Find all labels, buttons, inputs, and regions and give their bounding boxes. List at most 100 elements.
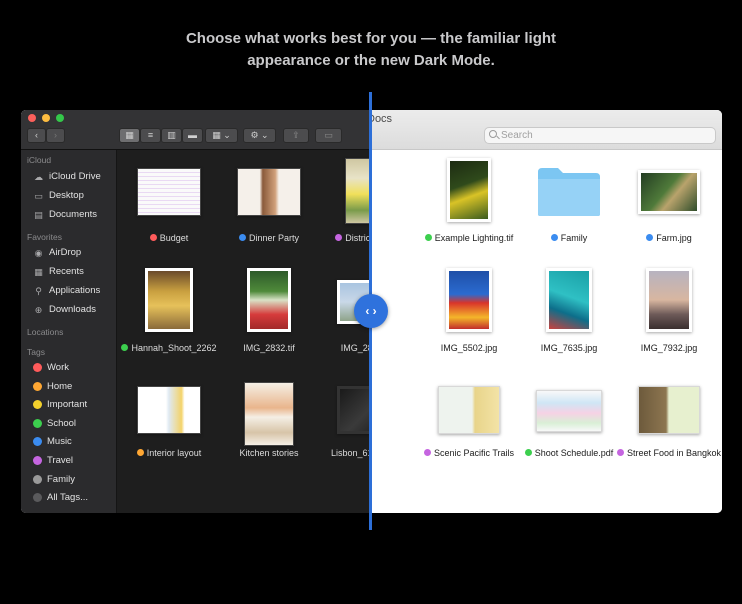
file-label: Street Food in Bangkok (614, 448, 722, 459)
folder-icon (538, 168, 600, 216)
sidebar: iCloud ☁ iCloud Drive ▭ Desktop ▤ Documents… (21, 150, 117, 513)
zoom-button[interactable] (56, 114, 64, 122)
tag-dot (136, 449, 144, 456)
file-label: IMG_2832.tif (243, 343, 295, 353)
file-thumbnail (247, 268, 291, 332)
tag-dot (424, 234, 432, 241)
headline-line-1: Choose what works best for you — the fam… (185, 30, 557, 47)
action-button[interactable]: ⚙ ⌄ (243, 128, 276, 143)
search-icon (489, 130, 497, 138)
icon-view-button[interactable]: ▦ (119, 128, 140, 143)
tag-button[interactable]: ▭ (315, 128, 342, 143)
file-thumbnail (447, 158, 491, 222)
sidebar-item-downloads[interactable]: ⊕ Downloads (33, 304, 96, 315)
chevron-left-icon: ‹ (35, 130, 38, 140)
tag-dot (646, 234, 654, 241)
sidebar-tag-travel[interactable]: Travel (33, 455, 73, 466)
file-thumbnail (546, 268, 592, 332)
traffic-lights (28, 114, 64, 122)
minimize-button[interactable] (42, 114, 50, 122)
tag-dot (149, 234, 157, 241)
column-view-button[interactable]: ▥ (161, 128, 182, 143)
file-thumbnail (638, 170, 700, 214)
file-label: IMG_2839.jpg (340, 343, 371, 353)
file-label: Dinner Party (214, 233, 324, 244)
sidebar-tag-important[interactable]: Important (33, 399, 87, 410)
sidebar-item-icloud-drive[interactable]: ☁ iCloud Drive (33, 171, 101, 182)
sidebar-item-airdrop[interactable]: ◉ AirDrop (33, 247, 82, 258)
icon-grid-icon: ▦ (125, 130, 134, 140)
tag-dot-yellow (33, 400, 42, 409)
sidebar-tag-work[interactable]: Work (33, 362, 69, 373)
close-button[interactable] (28, 114, 36, 122)
tag-dot-green (33, 419, 42, 428)
file-label: Shoot Schedule.pdf (514, 448, 624, 459)
file-label: IMG_7635.jpg (540, 343, 598, 353)
sidebar-tag-school[interactable]: School (33, 418, 76, 429)
applications-icon: ⚲ (35, 285, 42, 296)
tag-dot (238, 234, 246, 241)
file-thumbnail (638, 386, 700, 434)
tag-dot (616, 449, 624, 456)
chevron-right-icon: › (54, 130, 57, 140)
sidebar-item-recents[interactable]: ▦ Recents (33, 266, 84, 277)
sidebar-tag-music[interactable]: Music (33, 436, 72, 447)
file-label: IMG_7932.jpg (640, 343, 698, 353)
cloud-icon: ☁ (34, 171, 43, 182)
tag-dot (423, 449, 431, 456)
file-label: IMG_5502.jpg (440, 343, 498, 353)
back-button[interactable]: ‹ (27, 128, 46, 143)
headline: Choose what works best for you — the fam… (0, 28, 742, 72)
gallery-view-button[interactable]: ▬ (182, 128, 203, 143)
group-grid-icon: ▦ ⌄ (212, 130, 231, 140)
sidebar-section-favorites: Favorites (27, 232, 62, 242)
file-thumbnail (244, 382, 294, 446)
file-thumbnail (345, 158, 371, 224)
sidebar-item-desktop[interactable]: ▭ Desktop (33, 190, 84, 201)
file-thumbnail (536, 390, 602, 432)
tag-dot-red (33, 363, 42, 372)
file-label: Budget (114, 233, 224, 244)
file-thumbnail (137, 386, 201, 434)
forward-button[interactable]: › (46, 128, 65, 143)
sidebar-item-documents[interactable]: ▤ Documents (33, 209, 97, 220)
list-icon: ≡ (147, 130, 154, 140)
columns-icon: ▥ (167, 130, 176, 140)
file-thumbnail (145, 268, 193, 332)
file-label: Scenic Pacific Trails (414, 448, 524, 459)
tag-dot-gray (33, 475, 42, 484)
dark-titlebar: ‹ › ▦ ≡ ▥ ▬ ▦ ⌄ ⚙ ⌄ ⇪ ▭ (21, 110, 371, 150)
tag-dot-all (33, 493, 42, 502)
sidebar-item-applications[interactable]: ⚲ Applications (33, 285, 100, 296)
tag-dot (121, 344, 129, 351)
downloads-icon: ⊕ (34, 304, 43, 315)
file-thumbnail (646, 268, 692, 332)
dark-file-grid: Budget Dinner Party District Market Hann… (117, 150, 371, 513)
file-thumbnail (446, 268, 492, 332)
tag-dot-orange (33, 382, 42, 391)
sidebar-tag-home[interactable]: Home (33, 381, 72, 392)
file-thumbnail (137, 168, 201, 216)
headline-line-2: appearance or the new Dark Mode. (247, 52, 495, 69)
dark-mode-pane: ‹ › ▦ ≡ ▥ ▬ ▦ ⌄ ⚙ ⌄ ⇪ ▭ iCloud ☁ iCloud D… (21, 110, 371, 513)
sidebar-tag-family[interactable]: Family (33, 474, 75, 485)
file-label: Family (514, 233, 624, 244)
tag-dot-blue (33, 437, 42, 446)
group-button[interactable]: ▦ ⌄ (205, 128, 238, 143)
gear-icon: ⚙ ⌄ (250, 130, 269, 140)
search-input[interactable]: Search (484, 127, 716, 144)
file-label: Kitchen stories (239, 448, 299, 458)
list-view-button[interactable]: ≡ (140, 128, 161, 143)
share-button[interactable]: ⇪ (283, 128, 309, 143)
comparison-slider-handle[interactable]: ‹ › (354, 294, 388, 328)
sidebar-tag-all[interactable]: All Tags... (33, 492, 88, 503)
tag-dot (550, 234, 558, 241)
file-label: Hannah_Shoot_2262 (114, 343, 224, 354)
search-placeholder: Search (501, 130, 533, 141)
tag-icon: ▭ (324, 130, 333, 140)
file-label: Example Lighting.tif (414, 233, 524, 244)
tag-dot (524, 449, 532, 456)
tag-dot-purple (33, 456, 42, 465)
gallery-icon: ▬ (188, 130, 197, 140)
file-label: Lisbon_61895.mov (330, 448, 371, 458)
